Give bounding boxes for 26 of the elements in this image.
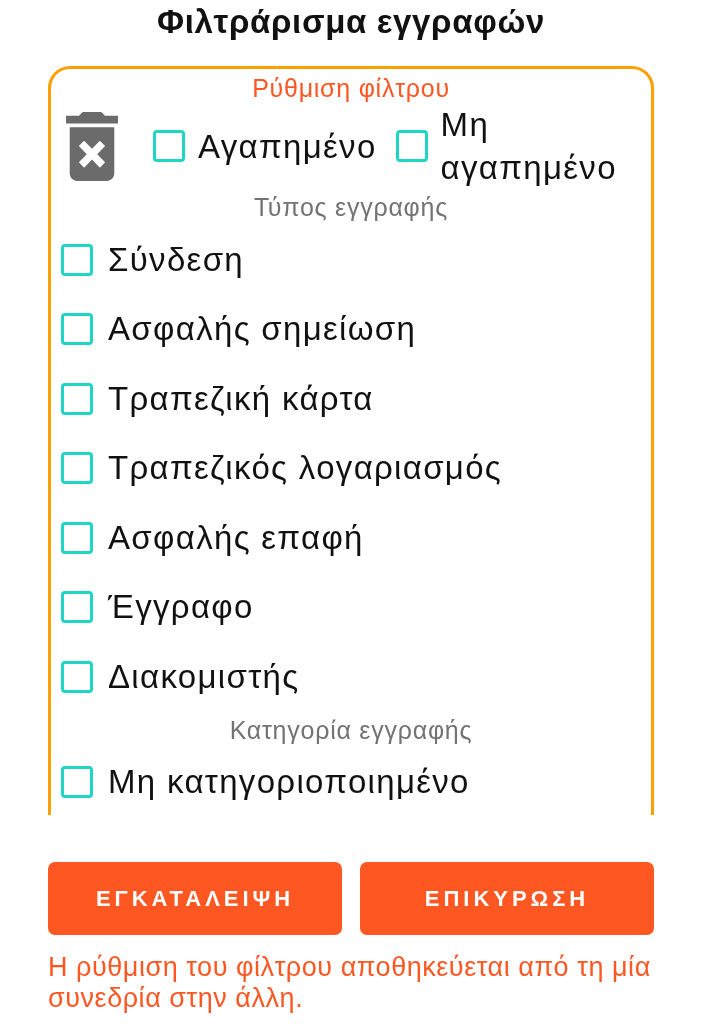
option-label[interactable]: Τραπεζικός λογαριασμός xyxy=(108,447,503,490)
option-label[interactable]: Μη κατηγοριοποιημένο xyxy=(108,761,470,804)
option-label[interactable]: Ασφαλής επαφή xyxy=(108,516,364,559)
section-heading: Τύπος εγγραφής xyxy=(253,192,448,222)
info-note: Η ρύθμιση του φίλτρου αποθηκεύεται από τη μία συνεδρία στην άλλη. xyxy=(48,952,652,1014)
option-label[interactable]: Αγαπημένο xyxy=(198,124,377,168)
option-label[interactable]: Τραπεζική κάρτα xyxy=(108,377,374,420)
checkbox[interactable] xyxy=(61,243,93,276)
checkbox[interactable] xyxy=(61,660,93,693)
checkbox[interactable] xyxy=(153,130,185,162)
checkbox[interactable] xyxy=(61,452,93,485)
checkbox[interactable] xyxy=(61,591,93,624)
trash-icon[interactable] xyxy=(66,111,118,181)
option-label[interactable]: Ασφαλής σημείωση xyxy=(108,308,417,351)
checkbox[interactable] xyxy=(61,382,93,415)
option-label[interactable]: Σύνδεση xyxy=(108,238,244,281)
section-heading: Κατηγορία εγγραφής xyxy=(229,714,473,745)
checkbox[interactable] xyxy=(61,521,93,554)
panel-legend: Ρύθμιση φίλτρου xyxy=(252,73,450,103)
checkbox[interactable] xyxy=(61,313,93,346)
option-label[interactable]: Έγγραφο xyxy=(108,586,254,629)
checkbox[interactable] xyxy=(61,766,93,799)
checkbox[interactable] xyxy=(395,130,428,162)
dialog-title: Φιλτράρισμα εγγραφών xyxy=(157,2,545,42)
option-label[interactable]: Διακομιστής xyxy=(108,655,300,698)
option-label[interactable]: Μη αγαπημένο xyxy=(440,103,646,189)
